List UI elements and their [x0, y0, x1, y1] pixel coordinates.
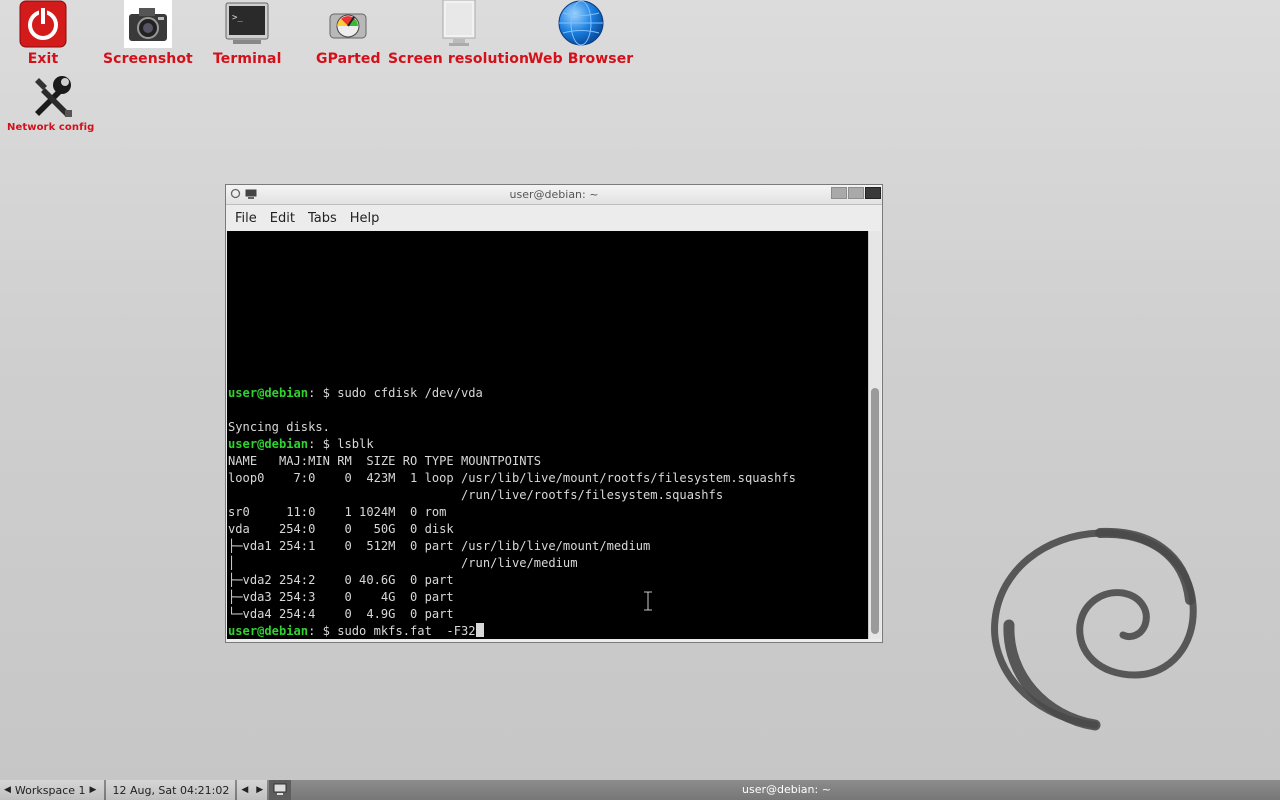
- terminal-output-line: ├─vda1 254:1 0 512M 0 part /usr/lib/live…: [228, 539, 651, 553]
- terminal-output-line: ├─vda3 254:3 0 4G 0 part: [228, 590, 454, 604]
- terminal-output-line: /run/live/rootfs/filesystem.squashfs: [228, 488, 724, 502]
- globe-icon: [557, 0, 605, 48]
- terminal-output-line: vda 254:0 0 50G 0 disk: [228, 522, 454, 536]
- command-text: sudo mkfs.fat -F32: [337, 624, 476, 638]
- workspace-label[interactable]: Workspace 1: [15, 784, 86, 797]
- menu-bar: File Edit Tabs Help: [226, 205, 882, 231]
- desktop-icon-label: Network config: [7, 122, 95, 133]
- terminal-output-line: ├─vda2 254:2 0 40.6G 0 part: [228, 573, 454, 587]
- tools-icon: [27, 72, 75, 120]
- close-button[interactable]: [865, 187, 881, 199]
- desktop-icon-label: Screenshot: [103, 51, 193, 67]
- text-cursor-icon: [644, 591, 652, 611]
- prompt-symbol: : $: [308, 386, 338, 400]
- terminal-output-line: └─vda4 254:4 0 4.9G 0 part: [228, 607, 454, 621]
- desktop-icon-web-browser[interactable]: Web Browser: [528, 0, 633, 67]
- terminal-output-line: sr0 11:0 1 1024M 0 rom: [228, 505, 447, 519]
- debian-swirl-logo: [991, 527, 1197, 731]
- camera-icon: [123, 0, 172, 48]
- desktop-icon-label: Exit: [27, 51, 59, 67]
- desktop-icon-label: Web Browser: [528, 51, 634, 67]
- terminal-scrollbar[interactable]: [868, 231, 881, 639]
- terminal-output[interactable]: user@debian: $ sudo cfdisk /dev/vda Synci…: [227, 231, 868, 639]
- desktop-icon-label: Terminal: [213, 51, 282, 67]
- menu-tabs[interactable]: Tabs: [302, 211, 343, 226]
- command-text: lsblk: [337, 437, 374, 451]
- terminal-prompt-line: user@debian: $ sudo mkfs.fat -F32: [228, 623, 796, 639]
- terminal-prompt-line: user@debian: $ sudo cfdisk /dev/vda: [228, 385, 796, 402]
- desktop-icon-screen-resolution[interactable]: Screen resolution: [388, 0, 529, 67]
- minimize-button[interactable]: [831, 187, 847, 199]
- desktop-icon-label: Screen resolution: [388, 51, 530, 67]
- desktop-icon-terminal[interactable]: >_ Terminal: [213, 0, 282, 67]
- terminal-output-line: loop0 7:0 0 423M 1 loop /usr/lib/live/mo…: [228, 471, 796, 485]
- prompt-symbol: : $: [308, 437, 338, 451]
- clock: 12 Aug, Sat 04:21:02: [112, 783, 230, 797]
- terminal-output-line: Syncing disks.: [228, 420, 330, 434]
- window-titlebar[interactable]: user@debian: ~: [226, 185, 882, 205]
- show-desktop-icon[interactable]: [273, 783, 287, 798]
- terminal-cursor: [475, 623, 484, 637]
- terminal-icon: >_: [223, 0, 271, 48]
- desktop-icon-label: GParted: [316, 51, 381, 67]
- menu-edit[interactable]: Edit: [264, 211, 301, 226]
- power-icon: [19, 0, 67, 48]
- prompt-symbol: : $: [308, 624, 338, 638]
- task-prev-icon[interactable]: ◀: [237, 785, 252, 795]
- prompt-user: user@debian: [228, 386, 309, 400]
- terminal-output-line: │ /run/live/medium: [228, 556, 578, 570]
- terminal-window[interactable]: user@debian: ~ File Edit Tabs Help user@…: [225, 184, 883, 643]
- taskbar: ◀ Workspace 1 ▶ 12 Aug, Sat 04:21:02 ◀ ▶…: [0, 780, 1280, 800]
- terminal-prompt-line: user@debian: $ lsblk: [228, 436, 796, 453]
- prompt-user: user@debian: [228, 624, 309, 638]
- monitor-icon: [435, 0, 483, 48]
- svg-text:>_: >_: [232, 13, 243, 23]
- desktop-icon-gparted[interactable]: GParted: [316, 0, 381, 67]
- gparted-icon: [324, 0, 372, 48]
- window-title: user@debian: ~: [509, 188, 599, 201]
- task-next-icon[interactable]: ▶: [252, 785, 267, 795]
- taskbar-task-terminal[interactable]: user@debian: ~: [742, 783, 831, 796]
- menu-help[interactable]: Help: [344, 211, 386, 226]
- workspace-next-icon[interactable]: ▶: [86, 785, 101, 795]
- workspace-prev-icon[interactable]: ◀: [0, 785, 15, 795]
- terminal-output-line: NAME MAJ:MIN RM SIZE RO TYPE MOUNTPOINTS: [228, 454, 542, 468]
- command-text: sudo cfdisk /dev/vda: [337, 386, 483, 400]
- desktop-icon-network-config[interactable]: Network config: [7, 72, 94, 133]
- scrollbar-thumb[interactable]: [871, 388, 879, 634]
- desktop-icon-exit[interactable]: Exit: [19, 0, 67, 67]
- desktop-icon-screenshot[interactable]: Screenshot: [103, 0, 193, 67]
- menu-file[interactable]: File: [229, 211, 263, 226]
- maximize-button[interactable]: [848, 187, 864, 199]
- prompt-user: user@debian: [228, 437, 309, 451]
